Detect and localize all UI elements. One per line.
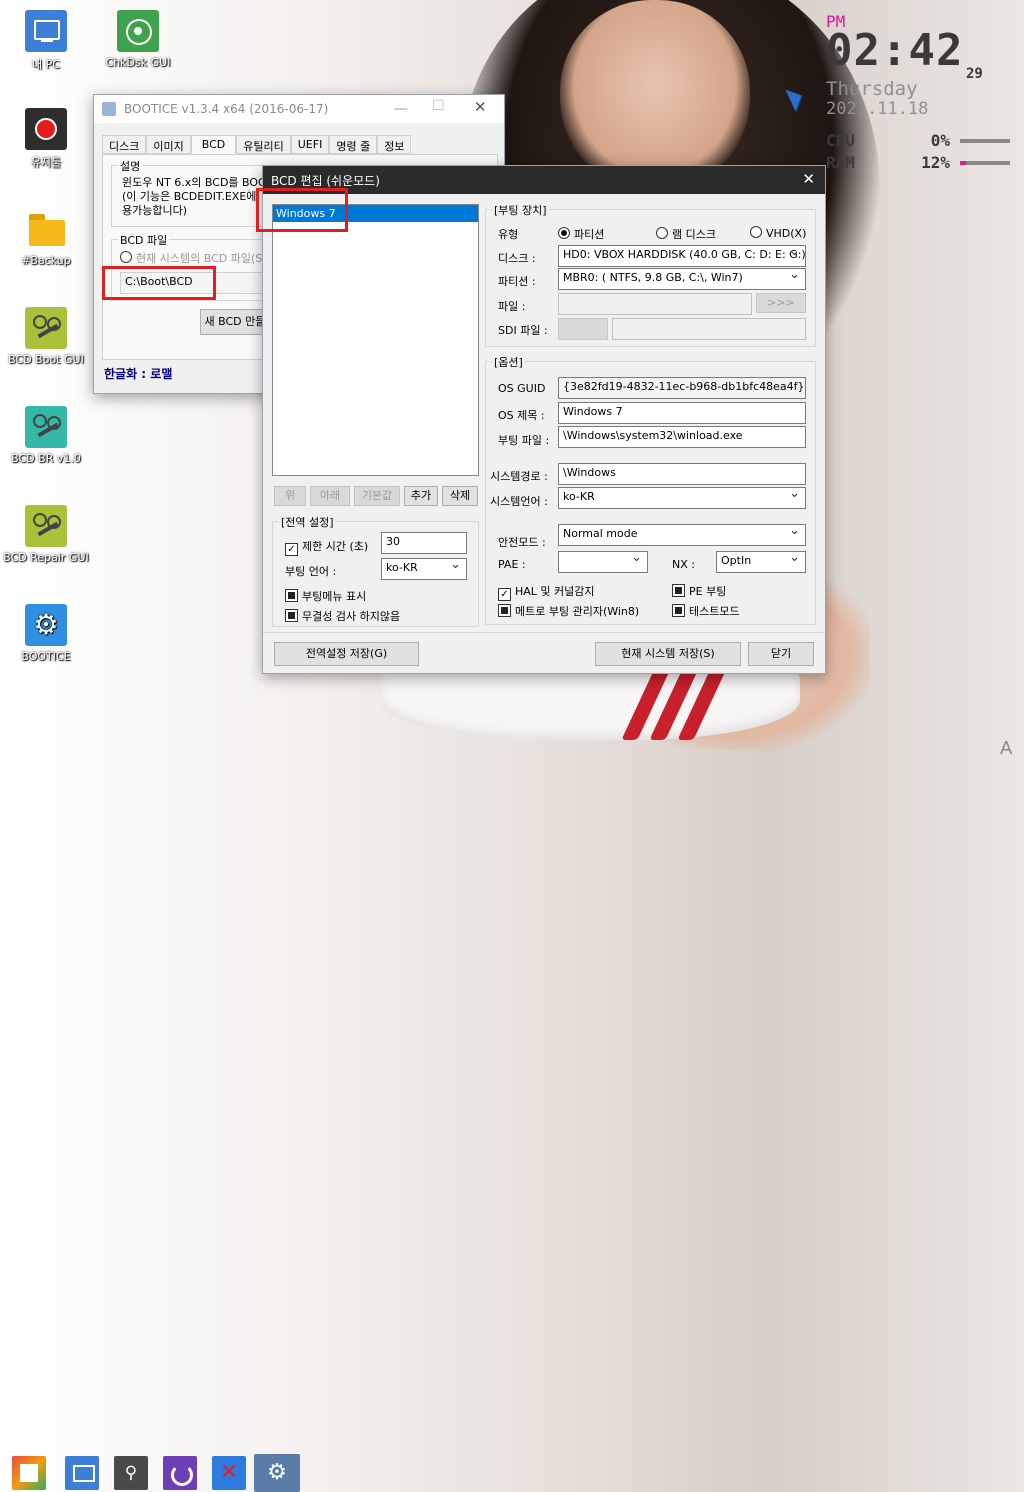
tab-bcd[interactable]: BCD [190, 135, 237, 154]
current-system-radio[interactable]: 현재 시스템의 BCD 파일(S) [120, 250, 267, 266]
disk-icon [117, 10, 159, 52]
bootice-title: BOOTICE v1.3.4 x64 (2016-06-17) [124, 102, 329, 116]
start-icon[interactable] [12, 1456, 46, 1490]
desktop-icon-chkdsk[interactable]: ChkDsk GUI [92, 10, 184, 69]
desktop-icon-maintenance[interactable]: 유지툴 [0, 108, 92, 170]
tool-icon [25, 307, 67, 349]
file-input[interactable] [558, 293, 752, 315]
monitor-icon[interactable] [65, 1456, 99, 1490]
refresh-icon[interactable] [163, 1456, 197, 1490]
save-system-button[interactable]: 현재 시스템 저장(S) [595, 642, 741, 666]
clock-widget: PM 02:42 29 Thursday 2021.11.18 CPU 0% R… [826, 12, 1016, 172]
system-path-input[interactable]: \Windows [558, 463, 806, 485]
cpu-bar [960, 138, 1010, 143]
clock-time: 02:42 [826, 25, 964, 76]
os-guid-field[interactable]: {3e82fd19-4832-11ec-b968-db1bfc48ea4f} [558, 377, 806, 399]
tab-image[interactable]: 이미지 [146, 135, 191, 154]
move-up-button[interactable]: 위 [274, 486, 306, 506]
desktop-icon-bootice[interactable]: ⚙ BOOTICE [0, 604, 92, 663]
gear-icon: ⚙ [25, 604, 67, 646]
desktop-icon-bcd-boot-gui[interactable]: BCD Boot GUI [0, 307, 92, 366]
tab-utility[interactable]: 유틸리티 [236, 135, 291, 154]
timeout-input[interactable]: 30 [381, 532, 467, 554]
watermark-logo: A [1000, 738, 1013, 759]
desktop-icon-this-pc[interactable]: 내 PC [0, 10, 92, 72]
safe-mode-select[interactable]: Normal mode [558, 524, 806, 546]
bcd-edit-title: BCD 편집 (쉬운모드) [271, 173, 380, 188]
options-group: [옵션] OS GUID {3e82fd19-4832-11ec-b968-db… [485, 354, 816, 625]
show-menu-checkbox[interactable]: 부팅메뉴 표시 [285, 588, 366, 604]
search-icon[interactable]: ⚲ [114, 1456, 148, 1490]
boot-device-group: [부팅 장치] 유형 파티션 램 디스크 VHD(X) 디스크 : HD0: V… [485, 202, 816, 347]
folder-icon [25, 208, 67, 250]
boot-lang-select[interactable]: ko-KR [381, 558, 467, 580]
type-radio-vhd[interactable]: VHD(X) [750, 226, 806, 240]
highlight-windows7-entry [256, 188, 348, 232]
pae-select[interactable] [558, 551, 648, 573]
maximize-button[interactable]: ☐ [432, 98, 445, 114]
sdi-select[interactable] [558, 318, 608, 340]
desktop-icon-bcd-br[interactable]: BCD BR v1.0 [0, 406, 92, 465]
metro-boot-checkbox[interactable]: 메트로 부팅 관리자(Win8) [498, 603, 639, 619]
test-mode-checkbox[interactable]: 테스트모드 [672, 603, 740, 619]
boot-entries-list[interactable]: Windows 7 [272, 204, 479, 476]
boot-file-input[interactable]: \Windows\system32\winload.exe [558, 426, 806, 448]
clock-seconds: 29 [966, 66, 983, 82]
boot-lang-label: 부팅 언어 : [285, 565, 337, 578]
ram-meter: RAM 12% [826, 153, 1016, 172]
type-radio-partition[interactable]: 파티션 [558, 226, 604, 242]
tool-icon [25, 406, 67, 448]
close-button-bottom[interactable]: 닫기 [748, 642, 814, 666]
tool-icon [25, 505, 67, 547]
desktop-icon-bcd-repair-gui[interactable]: BCD Repair GUI [0, 505, 92, 564]
tab-info[interactable]: 정보 [377, 135, 412, 154]
disk-select[interactable]: HD0: VBOX HARDDISK (40.0 GB, C: D: E: G:… [558, 245, 806, 267]
move-down-button[interactable]: 아래 [310, 486, 350, 506]
tab-uefi[interactable]: UEFI [290, 135, 330, 154]
bcd-close-x-button[interactable]: ✕ [802, 170, 815, 188]
nx-select[interactable]: OptIn [716, 551, 806, 573]
taskbar: ⚲ ✕ ⚙ [0, 726, 1024, 1492]
ram-bar [960, 160, 1010, 165]
clock-date: 2021.11.18 [826, 99, 929, 119]
minimize-button[interactable]: — [394, 101, 408, 117]
partition-select[interactable]: MBR0: ( NTFS, 9.8 GB, C:\, Win7) [558, 268, 806, 290]
highlight-bcd-path [102, 266, 216, 300]
global-settings-group: [전역 설정] ✓제한 시간 (초) 30 부팅 언어 : ko-KR 부팅메뉴… [272, 514, 479, 627]
cpu-meter: CPU 0% [826, 131, 1016, 150]
close-x-icon[interactable]: ✕ [212, 1456, 246, 1490]
type-radio-ramdisk[interactable]: 램 디스크 [656, 226, 716, 242]
pe-boot-checkbox[interactable]: PE 부팅 [672, 583, 726, 599]
set-default-button[interactable]: 기본값 [354, 486, 400, 506]
add-entry-button[interactable]: 추가 [404, 486, 438, 506]
timeout-checkbox[interactable]: ✓ 제한 시간 (초) [285, 538, 368, 556]
hal-checkbox[interactable]: ✓ HAL 및 커널감지 [498, 583, 595, 601]
system-lang-select[interactable]: ko-KR [558, 487, 806, 509]
monitor-icon [25, 10, 67, 52]
os-title-input[interactable]: Windows 7 [558, 402, 806, 424]
record-icon [25, 108, 67, 150]
save-global-button[interactable]: 전역설정 저장(G) [274, 642, 419, 666]
bootice-tabs: 디스크 이미지 BCD 유틸리티 UEFI 명령 줄 정보 [102, 135, 412, 154]
tab-disk[interactable]: 디스크 [102, 135, 147, 154]
clock-day: Thursday [826, 78, 918, 100]
gear-icon[interactable]: ⚙ [254, 1454, 300, 1492]
sdi-input[interactable] [612, 318, 806, 340]
bcd-edit-window: BCD 편집 (쉬운모드) ✕ Windows 7 위 아래 기본값 추가 삭제… [262, 165, 826, 674]
no-integrity-checkbox[interactable]: 무결성 검사 하지않음 [285, 608, 400, 624]
close-button[interactable]: ✕ [474, 98, 487, 116]
tab-command-line[interactable]: 명령 줄 [329, 135, 378, 154]
desktop-icon-backup[interactable]: #Backup [0, 208, 92, 267]
bootice-app-icon [102, 102, 116, 116]
credit-label: 한글화 : 로맬 [104, 367, 173, 381]
delete-entry-button[interactable]: 삭제 [442, 486, 478, 506]
file-browse-button[interactable]: >>> [756, 293, 806, 313]
